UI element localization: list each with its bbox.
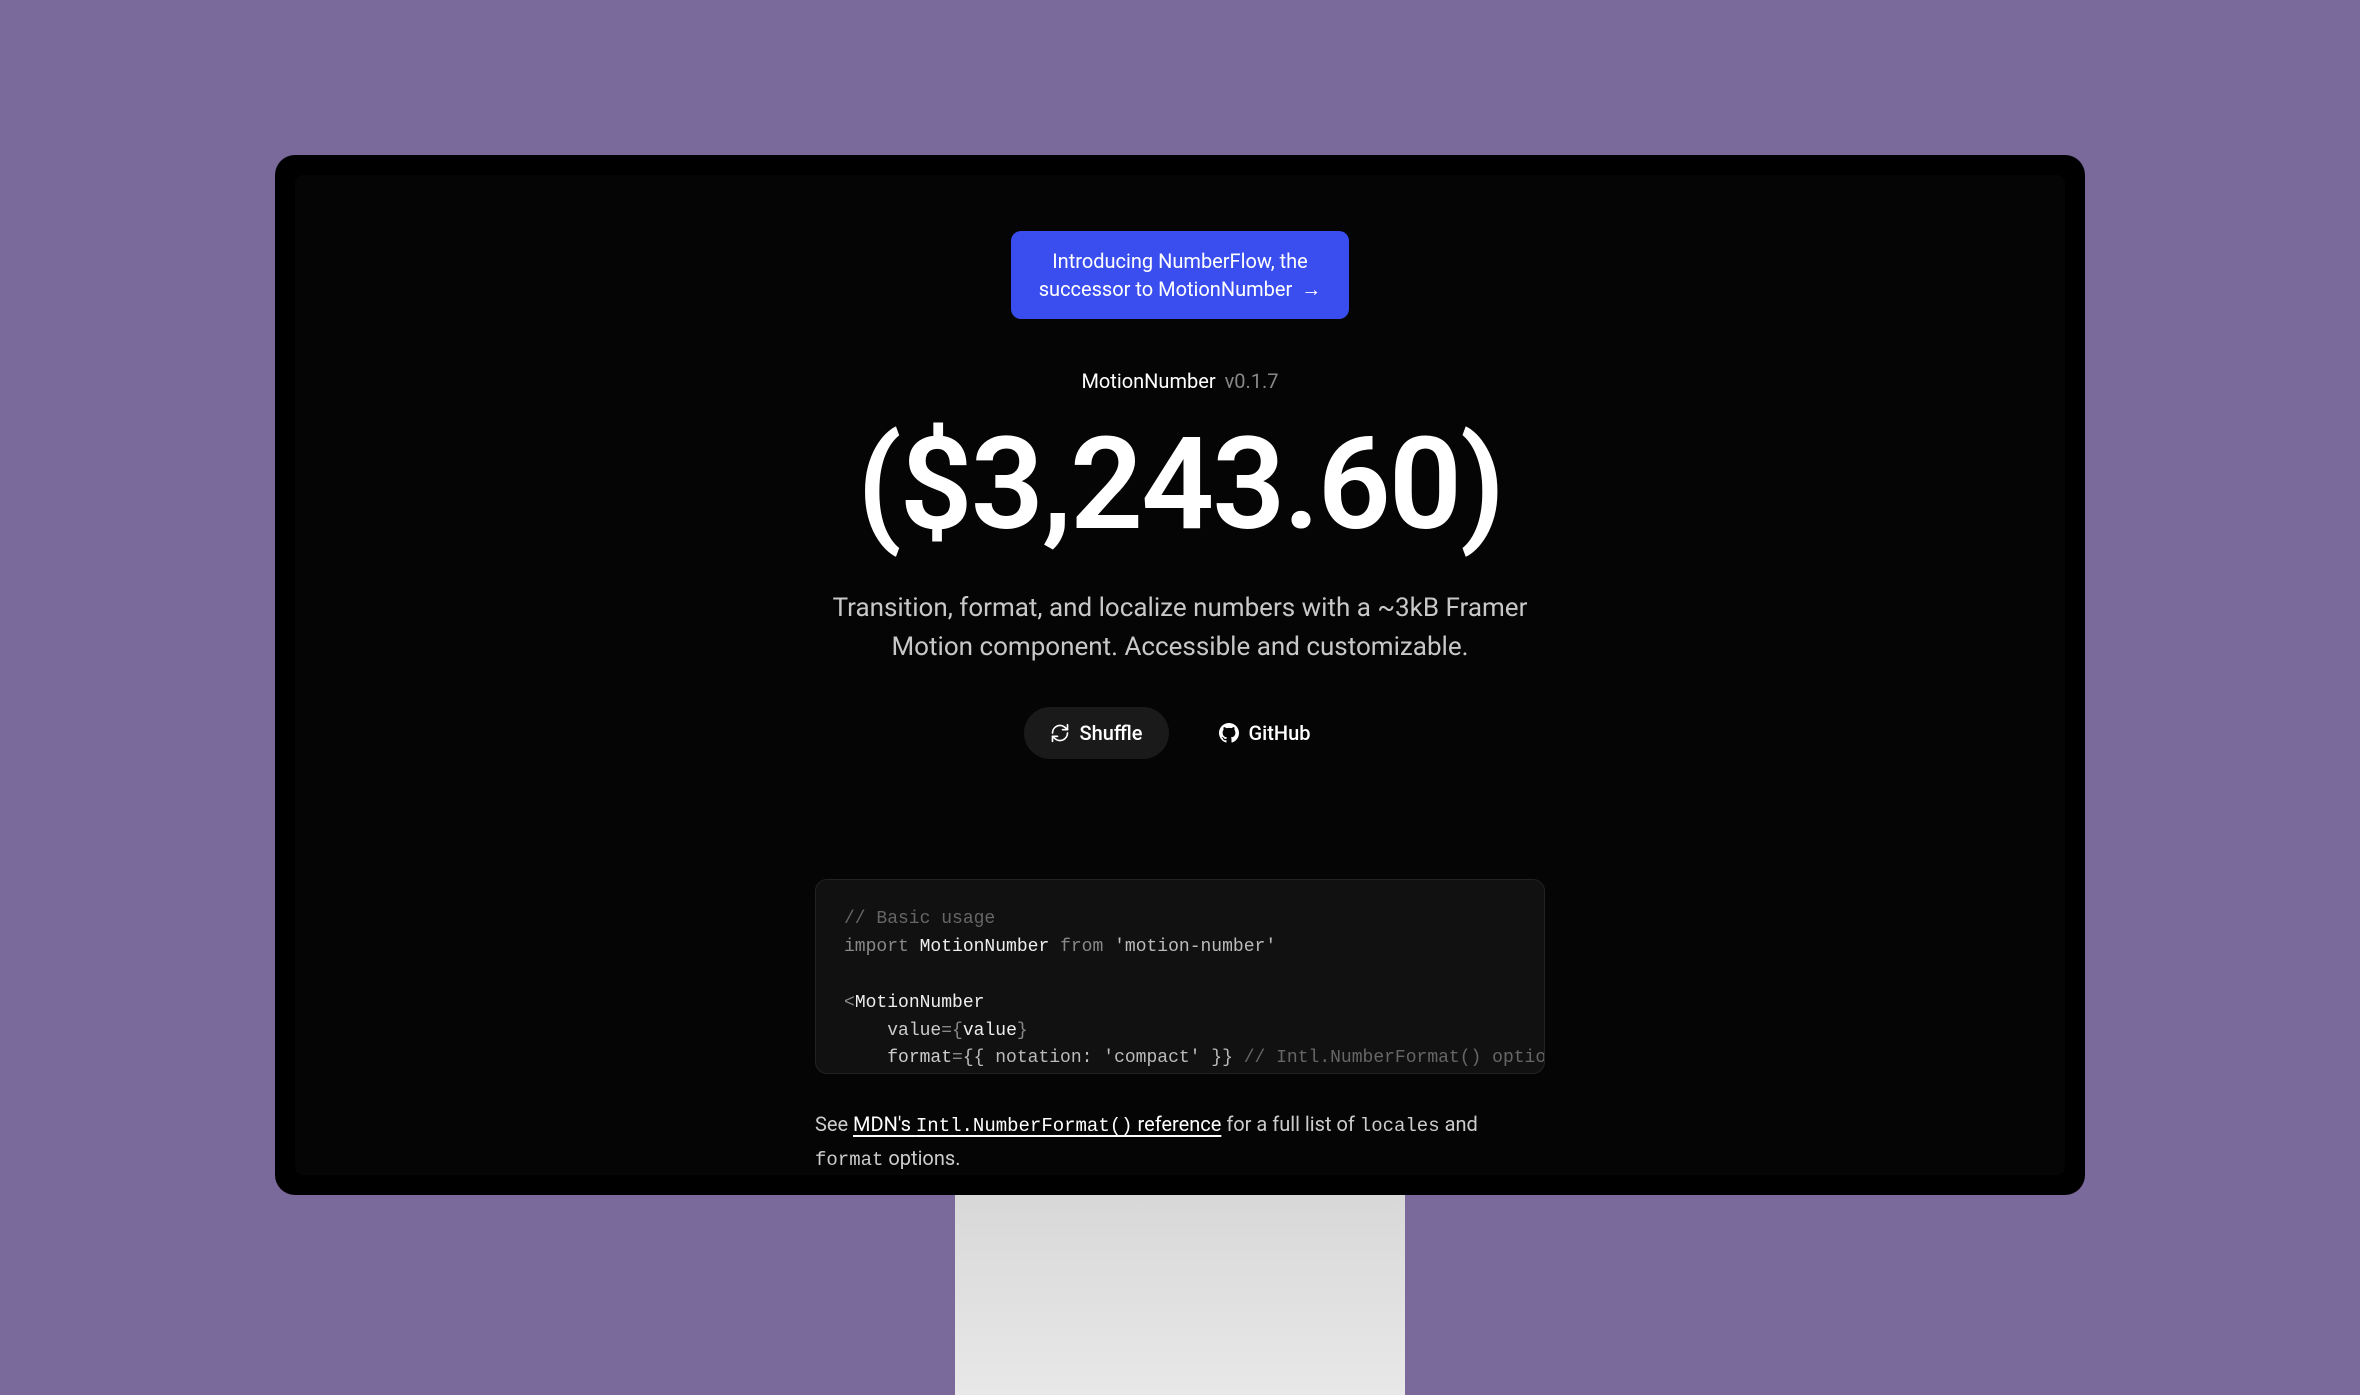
code-punc: {	[952, 1021, 963, 1041]
version-number: v0.1.7	[1225, 369, 1279, 393]
code-string: 'motion-number'	[1114, 937, 1276, 957]
code-example: // Basic usage import MotionNumber from …	[815, 879, 1545, 1074]
footnote-code: locales	[1360, 1115, 1440, 1137]
code-identifier: MotionNumber	[920, 937, 1050, 957]
code-keyword: import	[844, 937, 909, 957]
monitor-frame: Introducing NumberFlow, the successor to…	[275, 155, 2085, 1195]
footnote-text: See	[815, 1112, 853, 1136]
button-row: Shuffle GitHub	[1024, 707, 1337, 759]
footnote-text: for a full list of	[1221, 1112, 1359, 1136]
code-value: {{ notation: 'compact' }}	[963, 1048, 1233, 1068]
shuffle-icon	[1050, 723, 1070, 743]
code-comment: // Basic usage	[844, 909, 995, 929]
code-attr: format	[887, 1048, 952, 1068]
product-version: MotionNumber v0.1.7	[1081, 369, 1278, 393]
code-comment: // Intl.NumberFormat() options	[1244, 1048, 1545, 1068]
announcement-line2: successor to MotionNumber	[1039, 277, 1293, 301]
github-button[interactable]: GitHub	[1193, 707, 1337, 759]
footnote-text: options.	[883, 1146, 960, 1170]
code-keyword: from	[1060, 937, 1103, 957]
mdn-link[interactable]: MDN's Intl.NumberFormat() reference	[853, 1112, 1221, 1136]
shuffle-button[interactable]: Shuffle	[1024, 707, 1169, 759]
footnote-text: and	[1440, 1112, 1478, 1136]
code-attr: value	[887, 1021, 941, 1041]
link-code: Intl.NumberFormat()	[916, 1115, 1133, 1137]
link-text: reference	[1133, 1112, 1222, 1136]
display-number: ($3,243.60)	[857, 421, 1503, 549]
code-tag: MotionNumber	[855, 993, 985, 1013]
code-punc: =	[952, 1048, 963, 1068]
github-icon	[1219, 723, 1239, 743]
github-label: GitHub	[1249, 721, 1311, 745]
announcement-line1: Introducing NumberFlow, the	[1052, 249, 1308, 273]
arrow-right-icon: →	[1301, 277, 1321, 301]
tagline: Transition, format, and localize numbers…	[820, 589, 1540, 667]
code-identifier: value	[963, 1021, 1017, 1041]
link-text: MDN's	[853, 1112, 916, 1136]
footnote: See MDN's Intl.NumberFormat() reference …	[815, 1108, 1545, 1175]
announcement-banner[interactable]: Introducing NumberFlow, the successor to…	[1011, 231, 1350, 319]
code-punc: <	[844, 993, 855, 1013]
monitor-stand	[955, 1195, 1405, 1395]
code-punc: }	[1017, 1021, 1028, 1041]
code-punc: =	[941, 1021, 952, 1041]
shuffle-label: Shuffle	[1080, 721, 1143, 745]
footnote-code: format	[815, 1149, 883, 1171]
product-name: MotionNumber	[1081, 369, 1215, 393]
screen: Introducing NumberFlow, the successor to…	[295, 175, 2065, 1175]
